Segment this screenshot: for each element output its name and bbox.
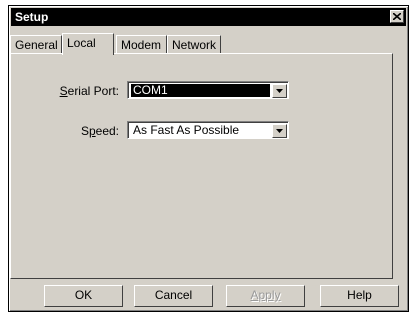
serial-port-value: COM1 bbox=[131, 84, 270, 97]
tab-network[interactable]: Network bbox=[167, 35, 221, 53]
serial-port-mnemonic: S bbox=[59, 84, 68, 98]
close-icon bbox=[393, 13, 401, 20]
cancel-button[interactable]: Cancel bbox=[134, 285, 213, 307]
ok-button[interactable]: OK bbox=[44, 285, 123, 307]
serial-port-dropdown-button[interactable] bbox=[272, 84, 287, 98]
local-tab-panel: Serial Port: COM1 Speed: As Fast As Poss… bbox=[10, 53, 393, 279]
speed-dropdown-button[interactable] bbox=[272, 124, 287, 138]
tab-modem[interactable]: Modem bbox=[116, 35, 167, 53]
close-button[interactable] bbox=[390, 10, 404, 23]
speed-select[interactable]: As Fast As Possible bbox=[127, 121, 289, 139]
chevron-down-icon bbox=[276, 129, 283, 133]
speed-label-prefix: S bbox=[80, 124, 89, 138]
apply-button[interactable]: Apply bbox=[226, 285, 305, 307]
serial-port-label-text: erial Port: bbox=[67, 84, 119, 98]
speed-mnemonic: p bbox=[88, 124, 96, 138]
tab-local[interactable]: Local bbox=[62, 33, 114, 55]
window-title: Setup bbox=[15, 10, 49, 24]
speed-select-frame: As Fast As Possible bbox=[128, 122, 288, 138]
tab-general-label: General bbox=[15, 38, 58, 52]
speed-label: Speed: bbox=[59, 124, 119, 138]
tab-general[interactable]: General bbox=[10, 35, 62, 53]
serial-port-select-frame: COM1 bbox=[128, 82, 288, 98]
serial-port-select[interactable]: COM1 bbox=[127, 81, 289, 99]
speed-label-text: eed: bbox=[95, 124, 119, 138]
tab-modem-label: Modem bbox=[121, 38, 162, 52]
chevron-down-icon bbox=[276, 89, 283, 93]
serial-port-label: Serial Port: bbox=[59, 84, 119, 98]
tab-local-label: Local bbox=[67, 36, 96, 50]
apply-button-label: Apply bbox=[250, 288, 281, 302]
speed-value: As Fast As Possible bbox=[133, 123, 240, 137]
tab-network-label: Network bbox=[172, 38, 217, 52]
help-button[interactable]: Help bbox=[320, 285, 399, 307]
title-bar[interactable]: Setup bbox=[11, 8, 406, 26]
